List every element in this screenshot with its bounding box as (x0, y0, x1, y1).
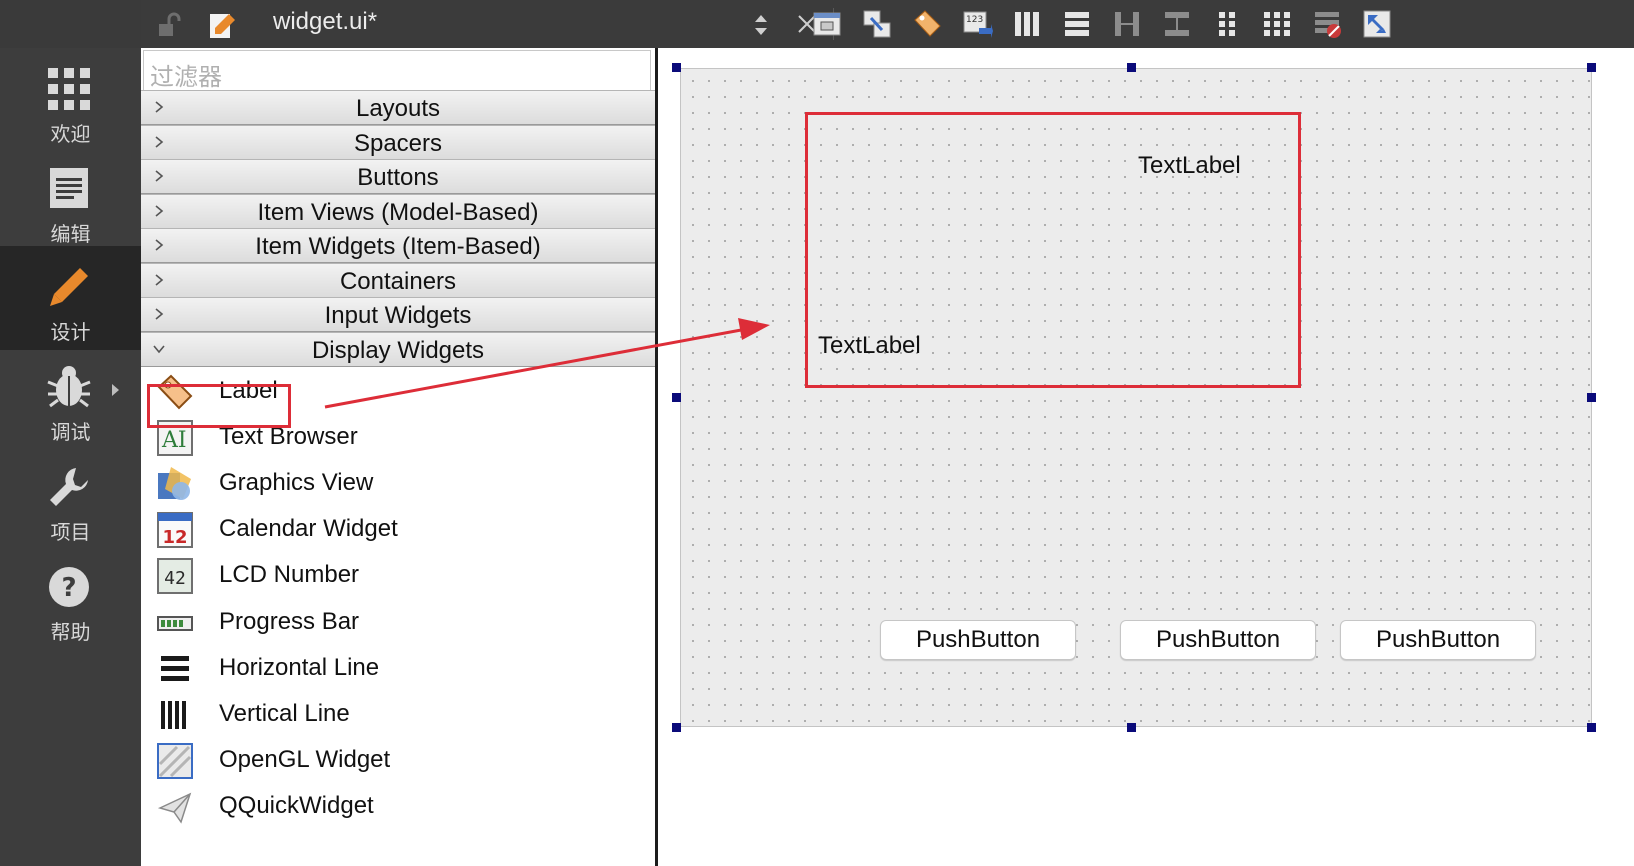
calendar-icon-day: 12 (162, 527, 187, 548)
help-icon: ? (49, 567, 89, 607)
resize-handle[interactable] (1587, 393, 1596, 402)
mode-sidebar: 欢迎 编辑 设计 调试 项目 ? 帮助 (0, 0, 141, 866)
layout-vertical-splitter-icon[interactable] (1161, 8, 1193, 40)
svg-text:?: ? (61, 573, 76, 603)
mode-debug-label: 调试 (50, 420, 91, 444)
unlocked-icon[interactable] (155, 12, 181, 38)
mode-edit[interactable]: 编辑 (0, 148, 141, 252)
mode-design-label: 设计 (50, 320, 91, 344)
lcd-number-icon: 42 (157, 558, 193, 594)
grid-icon (48, 68, 90, 110)
category-label: Containers (339, 268, 457, 295)
mode-projects[interactable]: 项目 (0, 446, 141, 550)
document-edit-icon[interactable] (207, 10, 237, 40)
vertical-line-icon (161, 701, 186, 729)
wrench-icon (50, 468, 88, 506)
layout-form-icon[interactable] (1211, 8, 1243, 40)
category-label: Input Widgets (324, 302, 472, 329)
widget-item-calendar[interactable]: 12 Calendar Widget (141, 507, 655, 553)
document-switcher-icon[interactable] (753, 13, 769, 37)
mode-sidebar-header (0, 0, 141, 48)
widget-item-name: Progress Bar (219, 608, 360, 635)
label-highlight-box (147, 384, 291, 428)
layout-horizontal-splitter-icon[interactable] (1111, 8, 1143, 40)
widget-item-opengl[interactable]: OpenGL Widget (141, 738, 655, 784)
resize-handle[interactable] (672, 723, 681, 732)
widget-item-name: Vertical Line (219, 700, 350, 727)
quick-widget-icon (157, 792, 192, 824)
category-buttons[interactable]: Buttons (141, 159, 655, 194)
layout-grid-icon[interactable] (1261, 8, 1293, 40)
category-label: Display Widgets (311, 337, 485, 364)
resize-handle[interactable] (672, 393, 681, 402)
mode-design[interactable]: 设计 (0, 246, 141, 350)
mode-debug[interactable]: 调试 (0, 346, 141, 450)
category-containers[interactable]: Containers (141, 263, 655, 298)
category-spacers[interactable]: Spacers (141, 125, 655, 160)
widget-item-progress-bar[interactable]: Progress Bar (141, 600, 655, 646)
form-text-label-top[interactable]: TextLabel (1138, 152, 1241, 180)
widget-item-graphics-view[interactable]: Graphics View (141, 461, 655, 507)
widget-item-vertical-line[interactable]: Vertical Line (141, 692, 655, 738)
form-push-button-3[interactable]: PushButton (1340, 620, 1536, 660)
category-input-widgets[interactable]: Input Widgets (141, 297, 655, 332)
debug-submenu-arrow-icon[interactable] (112, 384, 119, 396)
form-push-button-2[interactable]: PushButton (1120, 620, 1316, 660)
pencil-icon (50, 268, 88, 306)
horizontal-line-icon (161, 656, 189, 681)
edit-buddies-icon[interactable] (911, 8, 943, 40)
category-label: Layouts (355, 95, 441, 122)
form-text-label-bottom[interactable]: TextLabel (818, 332, 921, 360)
resize-handle[interactable] (1127, 63, 1136, 72)
filter-input[interactable]: 过滤器 (143, 50, 651, 92)
resize-handle[interactable] (1127, 723, 1136, 732)
widget-item-name: LCD Number (219, 561, 360, 588)
layout-horizontal-icon[interactable] (1011, 8, 1043, 40)
category-label: Spacers (353, 130, 443, 157)
break-layout-icon[interactable] (1311, 8, 1343, 40)
mode-help[interactable]: ? 帮助 (0, 546, 141, 650)
bug-icon (47, 366, 91, 408)
mode-projects-label: 项目 (50, 520, 91, 544)
svg-text:123: 123 (966, 15, 983, 25)
category-item-views[interactable]: Item Views (Model-Based) (141, 194, 655, 229)
category-label: Buttons (357, 164, 439, 191)
widget-item-name: OpenGL Widget (219, 746, 391, 773)
category-item-widgets[interactable]: Item Widgets (Item-Based) (141, 228, 655, 263)
widget-item-lcd-number[interactable]: 42 LCD Number (141, 553, 655, 599)
widget-item-name: Graphics View (219, 469, 374, 496)
category-layouts[interactable]: Layouts (141, 90, 655, 125)
document-icon (50, 168, 88, 208)
progress-bar-icon (157, 616, 193, 631)
widget-item-name: Horizontal Line (219, 654, 380, 681)
edit-tab-order-icon[interactable]: 123 (961, 8, 993, 40)
widget-item-horizontal-line[interactable]: Horizontal Line (141, 646, 655, 692)
mode-edit-label: 编辑 (50, 222, 91, 246)
svg-text:AI: AI (161, 428, 187, 453)
edit-signals-slots-icon[interactable] (861, 8, 893, 40)
adjust-size-icon[interactable] (1361, 8, 1393, 40)
widget-box-panel: 过滤器 Layouts Spacers Buttons Item Views (… (141, 48, 655, 866)
graphics-view-icon (158, 467, 191, 500)
category-display-widgets[interactable]: Display Widgets (141, 332, 655, 367)
resize-handle[interactable] (672, 63, 681, 72)
edit-widgets-icon[interactable] (811, 8, 843, 40)
widget-item-qquickwidget[interactable]: QQuickWidget (141, 784, 655, 830)
document-title[interactable]: widget.ui* (273, 8, 377, 36)
resize-handle[interactable] (1587, 723, 1596, 732)
form-push-button-1[interactable]: PushButton (880, 620, 1076, 660)
calendar-icon: 12 (157, 512, 193, 548)
lcd-icon-digits: 42 (164, 568, 186, 589)
category-label: Item Widgets (Item-Based) (255, 233, 541, 260)
mode-welcome[interactable]: 欢迎 (0, 48, 141, 152)
widget-item-name: QQuickWidget (219, 792, 374, 819)
top-toolbar: widget.ui* 123 (141, 0, 1634, 48)
category-label: Item Views (Model-Based) (257, 199, 539, 226)
widget-item-name: Calendar Widget (219, 515, 398, 542)
resize-handle[interactable] (1587, 63, 1596, 72)
mode-welcome-label: 欢迎 (50, 122, 91, 146)
layout-vertical-icon[interactable] (1061, 8, 1093, 40)
opengl-icon (157, 743, 193, 779)
mode-help-label: 帮助 (50, 620, 91, 644)
